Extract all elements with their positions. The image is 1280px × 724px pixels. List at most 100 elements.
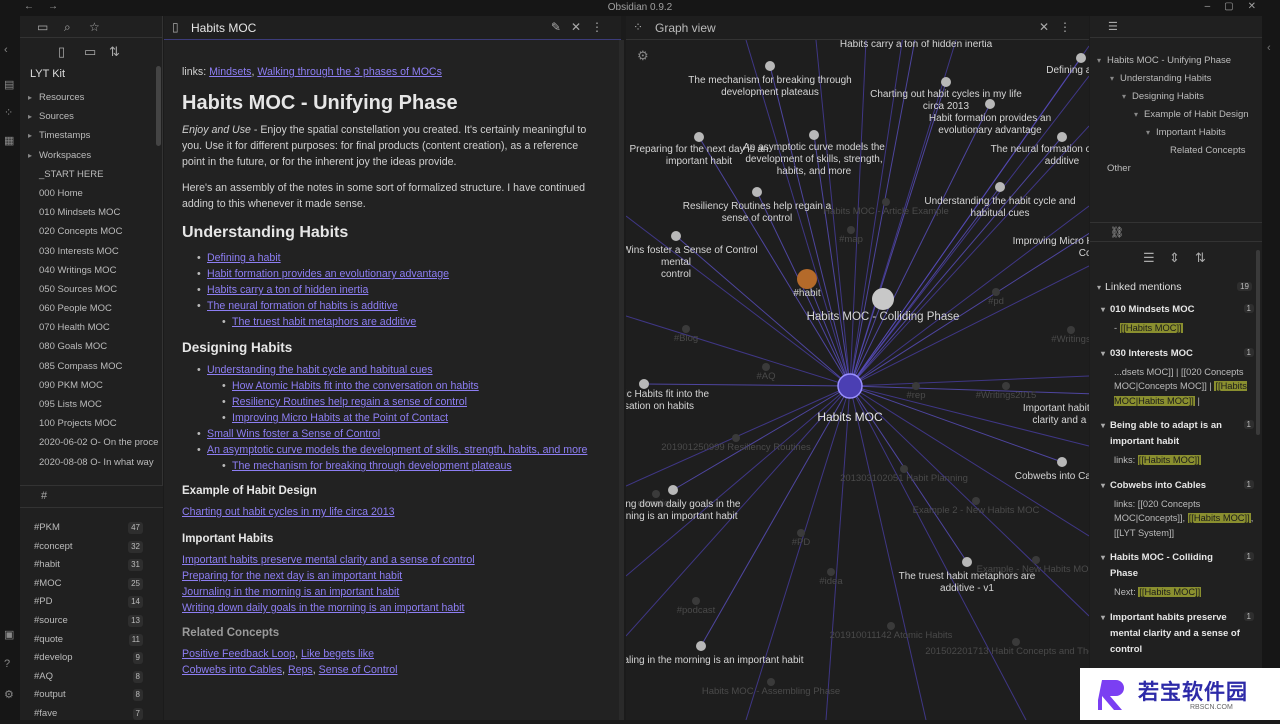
graph-note-node[interactable] xyxy=(765,61,775,71)
folder-item[interactable]: Workspaces xyxy=(20,146,160,165)
outline-item[interactable]: Example of Habit Design xyxy=(1090,106,1262,124)
graph-note-node[interactable] xyxy=(872,288,894,310)
note-link[interactable]: Cobwebs into Cables xyxy=(182,664,282,676)
mention-snippet[interactable]: - [[Habits MOC]] xyxy=(1102,318,1254,336)
outline-item[interactable]: Understanding Habits xyxy=(1090,70,1262,88)
faded-graph-node[interactable] xyxy=(692,597,700,605)
file-item[interactable]: 070 Health MOC xyxy=(20,318,160,337)
note-link[interactable]: An asymptotic curve models the developme… xyxy=(207,444,587,456)
folder-item[interactable]: Resources xyxy=(20,88,160,107)
graph-canvas[interactable]: Habits MOC - Article Example #map #pd #Blog… xyxy=(626,16,1089,720)
mention-title[interactable]: Being able to adapt is an important habi… xyxy=(1102,418,1254,450)
file-item[interactable]: 090 PKM MOC xyxy=(20,376,160,395)
faded-graph-node[interactable] xyxy=(1032,556,1040,564)
backlinks-scrollbar[interactable] xyxy=(1256,250,1260,435)
mention-group[interactable]: 010 Mindsets MOC1 - [[Habits MOC]] xyxy=(1102,302,1254,336)
note-link[interactable]: Charting out habit cycles in my life cir… xyxy=(182,506,395,518)
collapse-results-icon[interactable]: ☰ xyxy=(1143,250,1155,266)
mention-group[interactable]: Habits MOC - Colliding Phase1 Next: [[Hab… xyxy=(1102,550,1254,600)
file-item[interactable]: 010 Mindsets MOC xyxy=(20,203,160,222)
mention-group[interactable]: Important habits preserve mental clarity… xyxy=(1102,610,1254,658)
search-icon[interactable]: ⌕ xyxy=(64,20,71,35)
open-quick-switcher-icon[interactable]: ▤ xyxy=(4,78,14,91)
faded-graph-node[interactable] xyxy=(1012,638,1020,646)
star-icon[interactable]: ☆ xyxy=(89,20,100,34)
file-item[interactable]: 020 Concepts MOC xyxy=(20,222,160,241)
note-link[interactable]: The mechanism for breaking through devel… xyxy=(232,460,512,472)
outline-item[interactable]: Related Concepts xyxy=(1090,142,1262,160)
note-link[interactable]: The neural formation of habits is additi… xyxy=(207,300,398,312)
faded-graph-node[interactable] xyxy=(797,529,805,537)
link-mindsets[interactable]: Mindsets xyxy=(209,66,251,78)
note-link[interactable]: Improving Micro Habits at the Point of C… xyxy=(232,412,448,424)
tag-item[interactable]: #develop 9 xyxy=(20,649,163,668)
mention-snippet[interactable]: ...dsets MOC]] | [[020 Concepts MOC|Conc… xyxy=(1102,362,1254,409)
more-options-icon[interactable]: ⋮ xyxy=(591,20,613,34)
note-link[interactable]: Positive Feedback Loop xyxy=(182,648,295,660)
graph-tag-node[interactable] xyxy=(797,269,817,289)
collapse-icon[interactable]: ‹ xyxy=(4,44,8,56)
file-item[interactable]: _START HERE xyxy=(20,165,160,184)
note-link[interactable]: Preparing for the next day is an importa… xyxy=(182,570,402,582)
calendar-icon[interactable]: ▦ xyxy=(4,134,14,147)
tag-item[interactable]: #PD 14 xyxy=(20,593,163,612)
faded-graph-node[interactable] xyxy=(900,465,908,473)
link-walking-phases[interactable]: Walking through the 3 phases of MOCs xyxy=(257,66,442,78)
mention-title[interactable]: Important habits preserve mental clarity… xyxy=(1102,610,1254,658)
note-link[interactable]: The truest habit metaphors are additive xyxy=(232,316,416,328)
note-link[interactable]: Sense of Control xyxy=(319,664,398,676)
tag-pane-tab[interactable]: # xyxy=(20,486,163,508)
graph-note-node[interactable] xyxy=(962,557,972,567)
edit-icon[interactable]: ✎ xyxy=(551,20,571,34)
note-link[interactable]: Habits carry a ton of hidden inertia xyxy=(207,284,368,296)
tag-item[interactable]: #habit 31 xyxy=(20,556,163,575)
file-item[interactable]: 060 People MOC xyxy=(20,299,160,318)
mention-group[interactable]: 030 Interests MOC1 ...dsets MOC]] | [[020… xyxy=(1102,346,1254,409)
linked-mentions-header[interactable]: ▾ Linked mentions 19 xyxy=(1097,281,1252,293)
tag-item[interactable]: #source 13 xyxy=(20,612,163,631)
faded-graph-node[interactable] xyxy=(732,434,740,442)
pane-divider[interactable] xyxy=(619,40,624,720)
sort-icon[interactable]: ⇅ xyxy=(1195,250,1206,266)
backlinks-tab[interactable]: ⛓ xyxy=(1090,222,1262,242)
note-link[interactable]: Important habits preserve mental clarity… xyxy=(182,554,475,566)
graph-note-node[interactable] xyxy=(1057,457,1067,467)
tag-item[interactable]: #output 8 xyxy=(20,686,163,705)
sort-icon[interactable]: ⇅ xyxy=(109,44,120,60)
file-item[interactable]: 2020-08-08 O- In what way xyxy=(20,453,160,472)
mention-snippet[interactable]: links: [[020 Concepts MOC|Concepts]], [[… xyxy=(1102,494,1254,541)
graph-note-node[interactable] xyxy=(1076,53,1086,63)
faded-graph-node[interactable] xyxy=(972,497,980,505)
faded-graph-node[interactable] xyxy=(847,226,855,234)
faded-graph-node[interactable] xyxy=(1002,382,1010,390)
faded-graph-node[interactable] xyxy=(887,622,895,630)
faded-graph-node[interactable] xyxy=(762,363,770,371)
note-link[interactable]: Like begets like xyxy=(301,648,374,660)
tag-item[interactable]: #fave 7 xyxy=(20,705,163,724)
mention-snippet[interactable]: Next: [[Habits MOC]] xyxy=(1102,582,1254,600)
note-link[interactable]: How Atomic Habits fit into the conversat… xyxy=(232,380,479,392)
new-folder-icon[interactable]: ▭ xyxy=(84,44,96,60)
tag-item[interactable]: #MOC 25 xyxy=(20,575,163,594)
file-item[interactable]: 085 Compass MOC xyxy=(20,357,160,376)
close-icon[interactable]: ✕ xyxy=(571,20,591,34)
settings-icon[interactable]: ⚙ xyxy=(4,688,14,701)
file-item[interactable]: 100 Projects MOC xyxy=(20,414,160,433)
window-controls[interactable]: –▢✕ xyxy=(1205,1,1270,12)
mention-title[interactable]: 030 Interests MOC xyxy=(1102,346,1254,362)
tag-item[interactable]: #PKM 47 xyxy=(20,519,163,538)
graph-note-node[interactable] xyxy=(639,379,649,389)
note-link[interactable]: Journaling in the morning is an importan… xyxy=(182,586,399,598)
outline-item[interactable]: Designing Habits xyxy=(1090,88,1262,106)
vault-icon[interactable]: ▣ xyxy=(4,628,14,641)
file-item[interactable]: 030 Interests MOC xyxy=(20,242,160,261)
outline-tab[interactable]: ☰ xyxy=(1090,16,1262,38)
file-list-scrollbar[interactable] xyxy=(156,66,161,146)
mention-title[interactable]: Cobwebs into Cables xyxy=(1102,478,1254,494)
faded-graph-node[interactable] xyxy=(682,325,690,333)
note-link[interactable]: Resiliency Routines help regain a sense … xyxy=(232,396,467,408)
file-item[interactable]: 040 Writings MOC xyxy=(20,261,160,280)
faded-graph-node[interactable] xyxy=(882,198,890,206)
mention-group[interactable]: Cobwebs into Cables1 links: [[020 Concept… xyxy=(1102,478,1254,541)
faded-graph-node[interactable] xyxy=(992,288,1000,296)
